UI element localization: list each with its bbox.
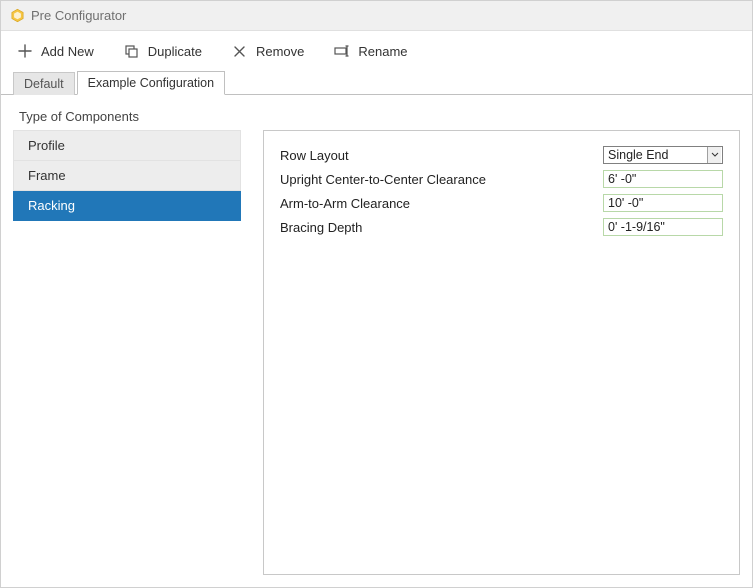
tab-label: Example Configuration xyxy=(88,76,214,90)
remove-icon xyxy=(232,43,248,59)
component-item-racking[interactable]: Racking xyxy=(13,191,241,221)
titlebar: Pre Configurator xyxy=(1,1,752,31)
remove-button[interactable]: Remove xyxy=(230,39,306,63)
property-label: Arm-to-Arm Clearance xyxy=(280,196,410,211)
add-new-label: Add New xyxy=(41,44,94,59)
row-layout-select[interactable]: Single End xyxy=(603,146,723,164)
rename-label: Rename xyxy=(358,44,407,59)
property-row: Bracing Depth xyxy=(280,217,723,237)
upright-clearance-input[interactable] xyxy=(603,170,723,188)
property-label: Upright Center-to-Center Clearance xyxy=(280,172,486,187)
property-row: Row Layout Single End xyxy=(280,145,723,165)
select-value: Single End xyxy=(608,148,668,162)
component-item-label: Racking xyxy=(28,198,75,213)
tab-example-configuration[interactable]: Example Configuration xyxy=(77,71,225,95)
section-title: Type of Components xyxy=(13,109,740,124)
rename-button[interactable]: Rename xyxy=(332,39,409,63)
bracing-depth-input[interactable] xyxy=(603,218,723,236)
window: Pre Configurator Add New Duplicate Remov… xyxy=(0,0,753,588)
split-pane: Profile Frame Racking Row Layout Single … xyxy=(13,130,740,575)
remove-label: Remove xyxy=(256,44,304,59)
component-list: Profile Frame Racking xyxy=(13,130,241,221)
component-list-pane: Profile Frame Racking xyxy=(13,130,241,575)
component-item-frame[interactable]: Frame xyxy=(13,161,241,191)
content-area: Type of Components Profile Frame Racking xyxy=(1,95,752,587)
property-label: Row Layout xyxy=(280,148,349,163)
add-new-button[interactable]: Add New xyxy=(15,39,96,63)
arm-clearance-input[interactable] xyxy=(603,194,723,212)
property-row: Upright Center-to-Center Clearance xyxy=(280,169,723,189)
component-item-label: Profile xyxy=(28,138,65,153)
tabbar: Default Example Configuration xyxy=(1,71,752,95)
property-label: Bracing Depth xyxy=(280,220,362,235)
duplicate-icon xyxy=(124,43,140,59)
toolbar: Add New Duplicate Remove xyxy=(1,31,752,71)
plus-icon xyxy=(17,43,33,59)
chevron-down-icon xyxy=(707,147,721,163)
tab-default[interactable]: Default xyxy=(13,72,75,95)
duplicate-button[interactable]: Duplicate xyxy=(122,39,204,63)
component-item-label: Frame xyxy=(28,168,66,183)
property-row: Arm-to-Arm Clearance xyxy=(280,193,723,213)
rename-icon xyxy=(334,43,350,59)
app-icon xyxy=(9,8,25,24)
properties-pane: Row Layout Single End Upright Center-to-… xyxy=(263,130,740,575)
window-title: Pre Configurator xyxy=(31,8,126,23)
tab-label: Default xyxy=(24,77,64,91)
component-item-profile[interactable]: Profile xyxy=(13,130,241,161)
duplicate-label: Duplicate xyxy=(148,44,202,59)
